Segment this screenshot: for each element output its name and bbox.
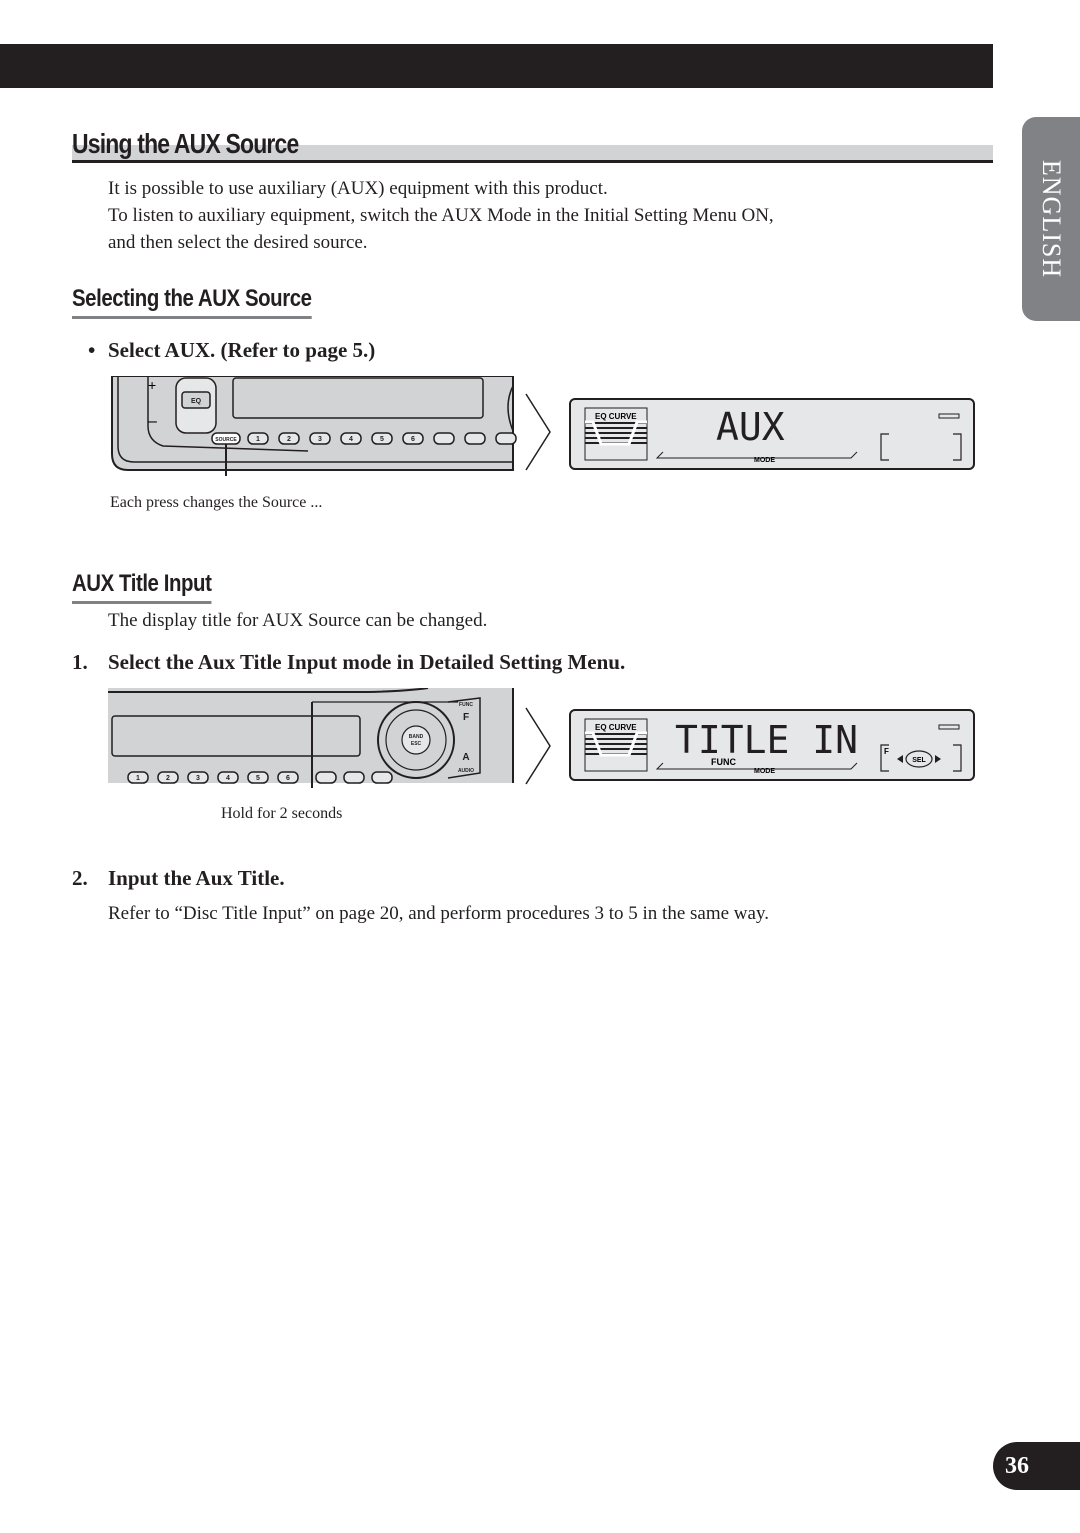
select-aux-step: Select AUX. (Refer to page 5.) bbox=[108, 338, 376, 362]
section-heading: Using the AUX Source bbox=[72, 126, 993, 166]
arrow-right-icon bbox=[525, 393, 551, 471]
bullet: • bbox=[88, 338, 96, 362]
svg-text:3: 3 bbox=[196, 775, 200, 782]
source-button-label: SOURCE bbox=[215, 437, 237, 443]
hold-caption: Hold for 2 seconds bbox=[221, 805, 343, 822]
title-input-description: The display title for AUX Source can be … bbox=[108, 610, 488, 631]
svg-text:2: 2 bbox=[166, 775, 170, 782]
svg-text:4: 4 bbox=[349, 436, 353, 443]
svg-text:6: 6 bbox=[286, 775, 290, 782]
svg-text:1: 1 bbox=[256, 436, 260, 443]
step-2-detail: Refer to “Disc Title Input” on page 20, … bbox=[108, 903, 769, 924]
svg-text:–: – bbox=[148, 413, 157, 430]
step-2-number: 2. bbox=[72, 866, 88, 890]
head-unit-source-figure: + – SOURCE 1 2 3 4 5 6 EQ bbox=[111, 376, 517, 476]
lcd-display-title-in: EQ CURVE TITLE IN FUNC MODE F SEL bbox=[569, 709, 975, 781]
lcd-display-aux: EQ CURVE AUX MODE bbox=[569, 398, 975, 470]
svg-text:BAND: BAND bbox=[409, 734, 424, 740]
intro-line-2: To listen to auxiliary equipment, switch… bbox=[108, 205, 774, 226]
lcd-main-text: TITLE IN bbox=[675, 718, 858, 762]
step-1-number: 1. bbox=[72, 650, 88, 674]
language-tab: ENGLISH bbox=[1022, 117, 1080, 321]
head-unit-func-figure: 1 2 3 4 5 6 FUNC F BAND ESC A AUDIO bbox=[108, 688, 514, 788]
svg-text:EQ: EQ bbox=[191, 398, 202, 405]
intro-line-1: It is possible to use auxiliary (AUX) eq… bbox=[108, 178, 608, 199]
svg-text:5: 5 bbox=[256, 775, 260, 782]
svg-text:EQ CURVE: EQ CURVE bbox=[595, 412, 637, 421]
svg-text:FUNC: FUNC bbox=[711, 757, 736, 767]
svg-text:F: F bbox=[463, 712, 469, 723]
lcd-main-text: AUX bbox=[716, 405, 785, 449]
subheading-selecting: Selecting the AUX Source bbox=[72, 285, 312, 319]
arrow-right-icon bbox=[525, 707, 551, 785]
step-2-text: Input the Aux Title. bbox=[108, 866, 285, 890]
intro-line-3: and then select the desired source. bbox=[108, 232, 368, 253]
svg-text:5: 5 bbox=[380, 436, 384, 443]
svg-text:SEL: SEL bbox=[912, 757, 926, 764]
svg-text:MODE: MODE bbox=[754, 768, 775, 775]
subheading-title-input: AUX Title Input bbox=[72, 570, 212, 604]
svg-text:ESC: ESC bbox=[411, 741, 422, 747]
svg-text:MODE: MODE bbox=[754, 457, 775, 464]
header-bar bbox=[0, 44, 993, 88]
svg-text:FUNC: FUNC bbox=[459, 702, 473, 708]
source-caption: Each press changes the Source ... bbox=[110, 494, 323, 511]
svg-text:4: 4 bbox=[226, 775, 230, 782]
section-title: Using the AUX Source bbox=[72, 128, 299, 159]
svg-text:A: A bbox=[462, 752, 469, 763]
svg-text:1: 1 bbox=[136, 775, 140, 782]
language-tab-label: ENGLISH bbox=[1037, 159, 1066, 279]
step-1-text: Select the Aux Title Input mode in Detai… bbox=[108, 650, 626, 674]
svg-text:6: 6 bbox=[411, 436, 415, 443]
svg-text:3: 3 bbox=[318, 436, 322, 443]
svg-text:+: + bbox=[148, 377, 156, 393]
page-number: 36 bbox=[993, 1442, 1080, 1490]
svg-text:EQ CURVE: EQ CURVE bbox=[595, 723, 637, 732]
svg-text:2: 2 bbox=[287, 436, 291, 443]
svg-text:F: F bbox=[884, 747, 889, 756]
svg-text:AUDIO: AUDIO bbox=[458, 768, 474, 774]
